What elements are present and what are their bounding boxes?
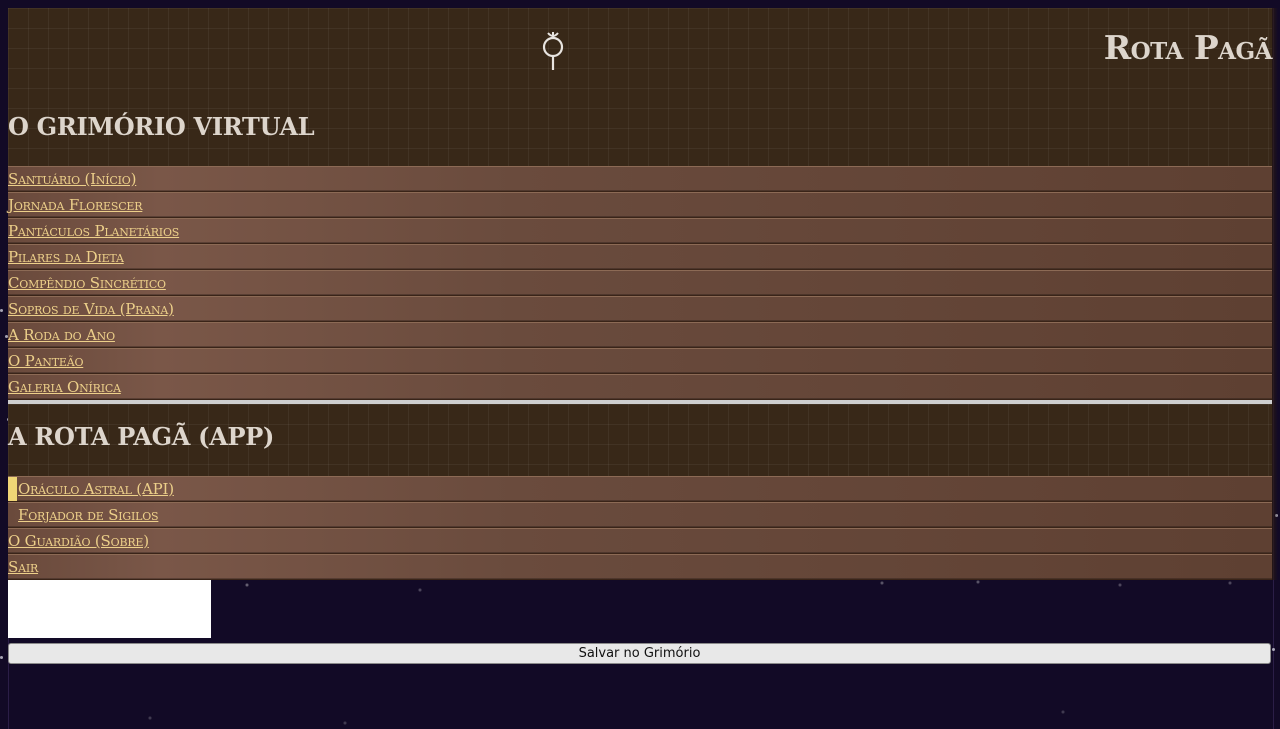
nav-link[interactable]: A Roda do Ano xyxy=(8,326,115,344)
blank-canvas-area[interactable] xyxy=(8,580,211,638)
nav-item-sair[interactable]: Sair xyxy=(8,554,1272,580)
nav-item-jornada-florescer[interactable]: Jornada Florescer xyxy=(8,192,1272,218)
nav-item-roda-ano[interactable]: A Roda do Ano xyxy=(8,322,1272,348)
nav-link[interactable]: Sair xyxy=(8,558,38,576)
nav-link[interactable]: O Guardião (Sobre) xyxy=(8,532,149,550)
nav-item-guardiao[interactable]: O Guardião (Sobre) xyxy=(8,528,1272,554)
nav-item-pilares-dieta[interactable]: Pilares da Dieta xyxy=(8,244,1272,270)
nav-item-forjador-sigilos[interactable]: Forjador de Sigilos xyxy=(8,502,1272,528)
nav-item-panteao[interactable]: O Panteão xyxy=(8,348,1272,374)
save-to-grimoire-button[interactable]: Salvar no Grimório xyxy=(8,643,1271,664)
app-menu: Oráculo Astral (API) Forjador de Sigilos… xyxy=(8,476,1272,580)
site-title: Rota Pagã xyxy=(1103,28,1273,67)
panel-shadow xyxy=(1272,8,1278,580)
side-navigation: Rota Pagã O GRIMÓRIO VIRTUAL Santuário (… xyxy=(8,8,1273,580)
nav-link[interactable]: Compêndio Sincrético xyxy=(8,274,166,292)
nav-link[interactable]: Oráculo Astral (API) xyxy=(8,480,174,498)
star-dot xyxy=(0,656,3,659)
nav-item-galeria-onirica[interactable]: Galeria Onírica xyxy=(8,374,1272,400)
nav-link[interactable]: Pantáculos Planetários xyxy=(8,222,179,240)
nav-link[interactable]: Jornada Florescer xyxy=(8,196,143,214)
nav-link[interactable]: O Panteão xyxy=(8,352,83,370)
grimoire-menu: Santuário (Início) Jornada Florescer Pan… xyxy=(8,166,1272,400)
nav-link[interactable]: Galeria Onírica xyxy=(8,378,121,396)
nav-link[interactable]: Pilares da Dieta xyxy=(8,248,124,266)
section-heading-app: A ROTA PAGÃ (APP) xyxy=(8,422,275,451)
star-dot xyxy=(1272,648,1275,651)
nav-link[interactable]: Sopros de Vida (Prana) xyxy=(8,300,174,318)
section-heading-grimoire: O GRIMÓRIO VIRTUAL xyxy=(8,112,315,141)
nav-item-oraculo-astral[interactable]: Oráculo Astral (API) xyxy=(8,476,1272,502)
nav-item-sopros-vida[interactable]: Sopros de Vida (Prana) xyxy=(8,296,1272,322)
nav-item-pantaculos[interactable]: Pantáculos Planetários xyxy=(8,218,1272,244)
nav-link[interactable]: Santuário (Início) xyxy=(8,170,136,188)
nav-header: Rota Pagã O GRIMÓRIO VIRTUAL xyxy=(8,8,1273,166)
nav-link[interactable]: Forjador de Sigilos xyxy=(8,506,159,524)
nav-item-compendio[interactable]: Compêndio Sincrético xyxy=(8,270,1272,296)
nav-item-santuario[interactable]: Santuário (Início) xyxy=(8,166,1272,192)
app-header: A ROTA PAGÃ (APP) xyxy=(8,404,1272,476)
star-dot xyxy=(0,309,3,312)
mercury-symbol-icon xyxy=(542,32,564,70)
